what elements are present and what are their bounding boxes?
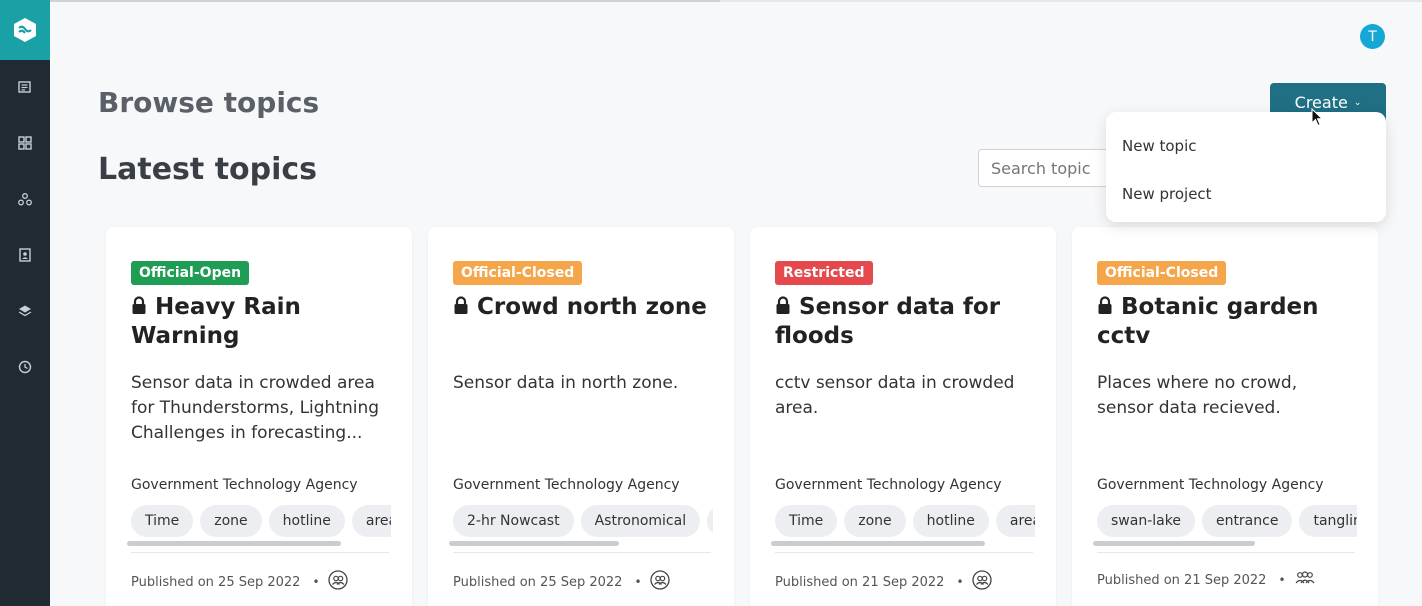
tag-chip[interactable]: tanglin bbox=[1299, 505, 1357, 537]
topic-title[interactable]: Botanic garden cctv bbox=[1097, 293, 1365, 351]
chevron-down-icon: ⌄ bbox=[1353, 98, 1362, 108]
tag-chip[interactable]: zone bbox=[200, 505, 262, 537]
tag-list: 2-hr NowcastAstronomicala bbox=[453, 505, 713, 537]
agency-name: Government Technology Agency bbox=[775, 477, 1002, 493]
app-logo-icon bbox=[14, 18, 36, 42]
tag-chip[interactable]: hotline bbox=[268, 505, 345, 537]
separator-dot: • bbox=[634, 575, 642, 589]
tag-chip[interactable]: Astronomical bbox=[580, 505, 701, 537]
classification-badge: Official-Open bbox=[131, 261, 250, 285]
topic-title-text: Botanic garden cctv bbox=[1097, 294, 1319, 349]
topic-description: cctv sensor data in crowded area. bbox=[775, 373, 1015, 418]
layers-icon bbox=[18, 305, 32, 317]
card-divider bbox=[131, 552, 389, 553]
contact-book-icon bbox=[19, 248, 31, 262]
section-title: Latest topics bbox=[98, 152, 318, 187]
sidebar-item-dashboard[interactable] bbox=[0, 123, 50, 163]
tag-scrollbar[interactable] bbox=[449, 541, 709, 546]
card-divider bbox=[453, 552, 711, 553]
tag-list: swan-lakeentrancetanglin bbox=[1097, 505, 1357, 537]
search-input[interactable] bbox=[978, 149, 1118, 187]
agency-name: Government Technology Agency bbox=[1097, 477, 1324, 493]
avatar[interactable]: T bbox=[1360, 24, 1385, 49]
app-logo[interactable] bbox=[0, 0, 50, 60]
agency-name: Government Technology Agency bbox=[453, 477, 680, 493]
sidebar-item-layers[interactable] bbox=[0, 291, 50, 331]
network-icon bbox=[18, 193, 32, 206]
lock-icon bbox=[1098, 296, 1112, 314]
sidebar-item-news[interactable] bbox=[0, 67, 50, 107]
tag-chip[interactable]: area bbox=[995, 505, 1035, 537]
group-circle-icon bbox=[649, 570, 670, 594]
tag-chip[interactable]: Time bbox=[131, 505, 194, 537]
topic-title-text: Heavy Rain Warning bbox=[131, 294, 301, 349]
tag-chip[interactable]: area bbox=[351, 505, 391, 537]
topic-card[interactable]: Restricted Sensor data for floods cctv s… bbox=[750, 227, 1056, 606]
tag-chip[interactable]: Time bbox=[775, 505, 838, 537]
menu-item-new-topic[interactable]: New topic bbox=[1106, 122, 1386, 170]
grid-icon bbox=[18, 136, 32, 150]
group-icon bbox=[1294, 570, 1316, 590]
tag-scrollbar-thumb[interactable] bbox=[1093, 541, 1255, 546]
tag-chip[interactable]: swan-lake bbox=[1097, 505, 1195, 537]
sidebar-item-history[interactable] bbox=[0, 347, 50, 387]
classification-badge: Official-Closed bbox=[1097, 261, 1227, 285]
sidebar-item-network[interactable] bbox=[0, 179, 50, 219]
published-date: Published on 21 Sep 2022 bbox=[775, 574, 945, 590]
tag-scrollbar[interactable] bbox=[1093, 541, 1353, 546]
lock-icon bbox=[776, 296, 790, 314]
topic-description: Sensor data in north zone. bbox=[453, 373, 679, 393]
classification-badge: Restricted bbox=[775, 261, 873, 285]
tag-scrollbar[interactable] bbox=[771, 541, 1031, 546]
card-footer: Published on 21 Sep 2022 • bbox=[1097, 570, 1316, 590]
published-date: Published on 25 Sep 2022 bbox=[453, 574, 623, 590]
separator-dot: • bbox=[1278, 573, 1286, 587]
topic-title[interactable]: Sensor data for floods bbox=[775, 293, 1043, 351]
tag-chip[interactable]: a bbox=[707, 505, 713, 537]
page-loading-bar bbox=[50, 0, 1422, 2]
classification-badge: Official-Closed bbox=[453, 261, 583, 285]
tag-chip[interactable]: entrance bbox=[1201, 505, 1293, 537]
separator-dot: • bbox=[312, 575, 320, 589]
tag-scrollbar-thumb[interactable] bbox=[771, 541, 985, 546]
tag-scrollbar[interactable] bbox=[127, 541, 387, 546]
separator-dot: • bbox=[956, 575, 964, 589]
topic-title[interactable]: Heavy Rain Warning bbox=[131, 293, 399, 351]
agency-name: Government Technology Agency bbox=[131, 477, 358, 493]
topic-title[interactable]: Crowd north zone bbox=[453, 293, 721, 322]
card-footer: Published on 25 Sep 2022 • bbox=[131, 570, 348, 594]
page-title: Browse topics bbox=[98, 86, 320, 119]
card-footer: Published on 25 Sep 2022 • bbox=[453, 570, 670, 594]
topic-description: Sensor data in crowded area for Thunders… bbox=[131, 373, 380, 443]
tag-chip[interactable]: hotline bbox=[912, 505, 989, 537]
topic-card[interactable]: Official-Open Heavy Rain Warning Sensor … bbox=[106, 227, 412, 606]
published-date: Published on 21 Sep 2022 bbox=[1097, 572, 1267, 588]
tag-chip[interactable]: 2-hr Nowcast bbox=[453, 505, 574, 537]
topic-card[interactable]: Official-Closed Botanic garden cctv Plac… bbox=[1072, 227, 1378, 606]
tag-list: Timezonehotlinearea bbox=[131, 505, 391, 537]
topic-description: Places where no crowd, sensor data recie… bbox=[1097, 373, 1298, 418]
menu-item-new-project[interactable]: New project bbox=[1106, 170, 1386, 218]
tag-list: Timezonehotlinearea bbox=[775, 505, 1035, 537]
card-footer: Published on 21 Sep 2022 • bbox=[775, 570, 992, 594]
tag-scrollbar-thumb[interactable] bbox=[449, 541, 619, 546]
create-dropdown-menu: New topic New project bbox=[1106, 112, 1386, 222]
tag-scrollbar-thumb[interactable] bbox=[127, 541, 341, 546]
lock-icon bbox=[454, 296, 468, 314]
tag-chip[interactable]: zone bbox=[844, 505, 906, 537]
group-circle-icon bbox=[327, 570, 348, 594]
sidebar bbox=[0, 0, 50, 606]
card-divider bbox=[775, 552, 1033, 553]
published-date: Published on 25 Sep 2022 bbox=[131, 574, 301, 590]
sidebar-item-contacts[interactable] bbox=[0, 235, 50, 275]
lock-icon bbox=[132, 296, 146, 314]
topic-card[interactable]: Official-Closed Crowd north zone Sensor … bbox=[428, 227, 734, 606]
group-circle-icon bbox=[971, 570, 992, 594]
clock-icon bbox=[18, 360, 32, 374]
topic-title-text: Crowd north zone bbox=[477, 294, 707, 320]
card-divider bbox=[1097, 552, 1355, 553]
mouse-cursor-icon bbox=[1311, 108, 1323, 127]
newspaper-icon bbox=[18, 81, 31, 93]
topic-title-text: Sensor data for floods bbox=[775, 294, 1001, 349]
